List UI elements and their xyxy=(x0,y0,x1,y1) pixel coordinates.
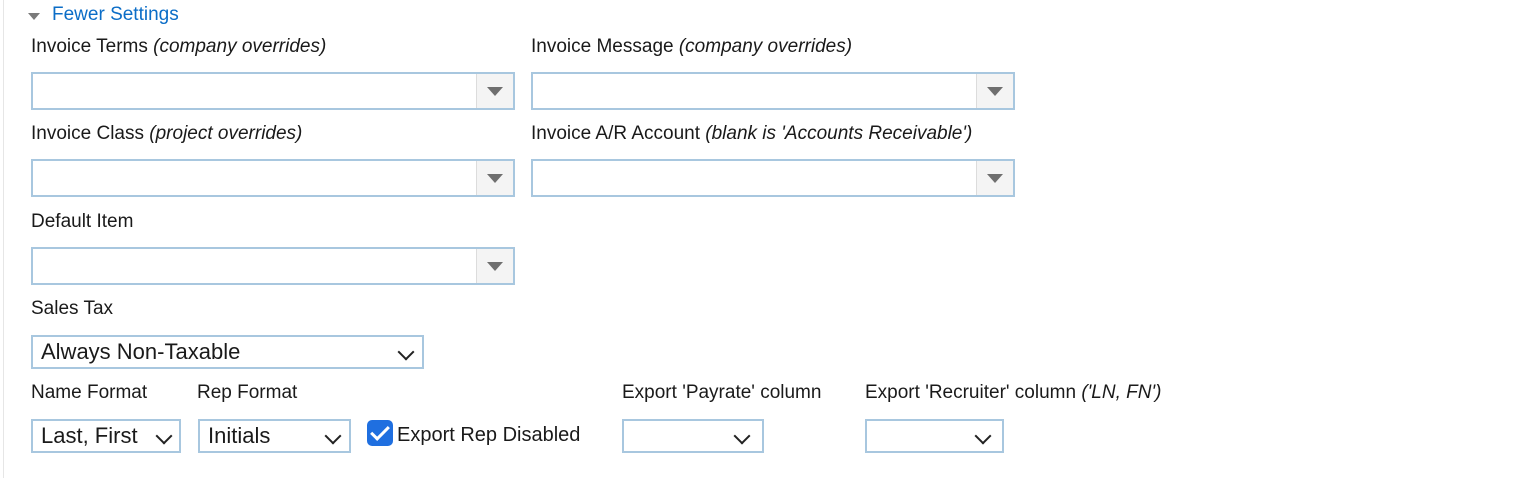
invoice-ar-account-label-text: Invoice A/R Account xyxy=(531,123,700,144)
export-rep-disabled-label[interactable]: Export Rep Disabled xyxy=(397,424,580,447)
triangle-down-icon xyxy=(987,87,1003,96)
checkmark-icon xyxy=(370,421,390,441)
invoice-message-dropdown-button[interactable] xyxy=(976,74,1013,108)
default-item-label: Default Item xyxy=(31,211,134,232)
invoice-message-label-text: Invoice Message xyxy=(531,36,674,57)
rep-format-label: Rep Format xyxy=(197,382,298,403)
invoice-terms-combobox[interactable] xyxy=(31,72,515,110)
invoice-message-combobox[interactable] xyxy=(531,72,1015,110)
export-rep-disabled-checkbox[interactable] xyxy=(367,420,393,446)
triangle-down-icon xyxy=(987,174,1003,183)
fewer-settings-label: Fewer Settings xyxy=(52,4,179,25)
sales-tax-label: Sales Tax xyxy=(31,298,114,319)
triangle-down-icon xyxy=(487,87,503,96)
chevron-down-icon xyxy=(397,343,415,361)
triangle-down-icon xyxy=(487,262,503,271)
invoice-ar-account-dropdown-button[interactable] xyxy=(976,161,1013,195)
panel-left-border xyxy=(3,0,4,478)
chevron-down-icon xyxy=(733,427,751,445)
invoice-class-combobox[interactable] xyxy=(31,159,515,197)
invoice-terms-dropdown-button[interactable] xyxy=(476,74,513,108)
invoice-class-dropdown-button[interactable] xyxy=(476,161,513,195)
default-item-combobox[interactable] xyxy=(31,247,515,285)
caret-down-icon xyxy=(28,12,40,20)
invoice-class-note: (project overrides) xyxy=(149,123,303,144)
chevron-down-icon xyxy=(155,427,173,445)
sales-tax-value: Always Non-Taxable xyxy=(41,339,241,364)
fewer-settings-toggle[interactable]: Fewer Settings xyxy=(28,4,179,26)
export-recruiter-select[interactable] xyxy=(865,419,1004,453)
triangle-down-icon xyxy=(487,174,503,183)
invoice-ar-account-note: (blank is 'Accounts Receivable') xyxy=(705,123,973,144)
name-format-select[interactable]: Last, First xyxy=(31,419,181,453)
export-payrate-label: Export 'Payrate' column xyxy=(622,382,822,403)
chevron-down-icon xyxy=(974,427,992,445)
invoice-ar-account-label: Invoice A/R Account (blank is 'Accounts … xyxy=(531,123,972,145)
invoice-message-note: (company overrides) xyxy=(678,36,853,57)
invoice-terms-note: (company overrides) xyxy=(153,36,327,57)
export-recruiter-label: Export 'Recruiter' column ('LN, FN') xyxy=(865,382,1161,404)
invoice-terms-label: Invoice Terms (company overrides) xyxy=(31,36,326,58)
export-recruiter-note: ('LN, FN') xyxy=(1081,382,1162,403)
invoice-terms-label-text: Invoice Terms xyxy=(31,36,148,57)
export-payrate-select[interactable] xyxy=(622,419,764,453)
invoice-ar-account-combobox[interactable] xyxy=(531,159,1015,197)
chevron-down-icon xyxy=(324,427,342,445)
invoice-class-label: Invoice Class (project overrides) xyxy=(31,123,302,145)
invoice-message-label: Invoice Message (company overrides) xyxy=(531,36,852,58)
rep-format-select[interactable]: Initials xyxy=(198,419,351,453)
name-format-value: Last, First xyxy=(41,423,138,448)
invoice-class-label-text: Invoice Class xyxy=(31,123,144,144)
default-item-dropdown-button[interactable] xyxy=(476,249,513,283)
sales-tax-select[interactable]: Always Non-Taxable xyxy=(31,335,424,369)
name-format-label: Name Format xyxy=(31,382,148,403)
rep-format-value: Initials xyxy=(208,423,271,448)
export-recruiter-label-text: Export 'Recruiter' column xyxy=(865,382,1077,403)
